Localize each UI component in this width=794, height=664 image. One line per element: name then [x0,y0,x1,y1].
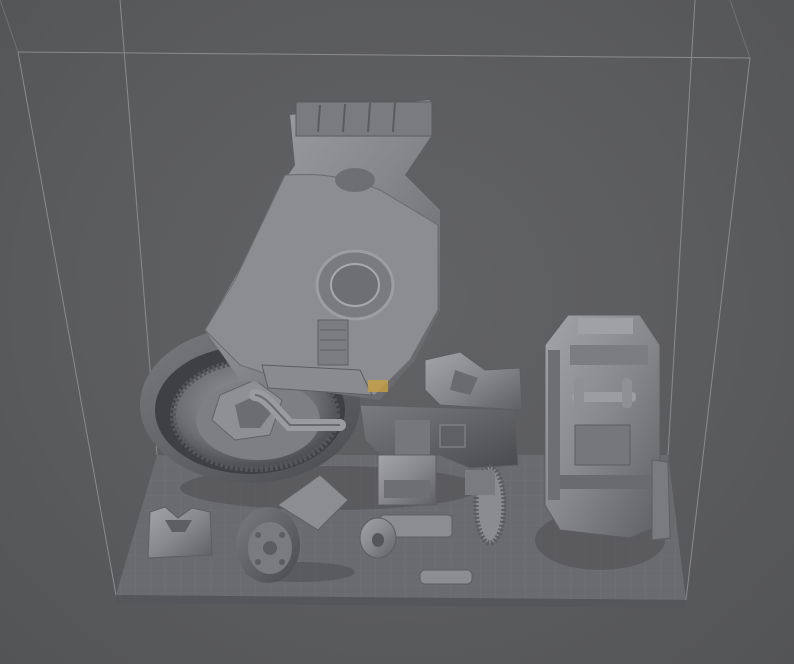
rod-part[interactable] [419,569,473,585]
rear-armor-panel[interactable] [544,314,671,541]
scene-canvas[interactable] [0,0,794,664]
3d-viewport[interactable] [0,0,794,664]
hinge-part[interactable] [424,351,523,411]
small-block-part[interactable] [377,454,437,506]
main-body-part[interactable] [204,100,440,400]
